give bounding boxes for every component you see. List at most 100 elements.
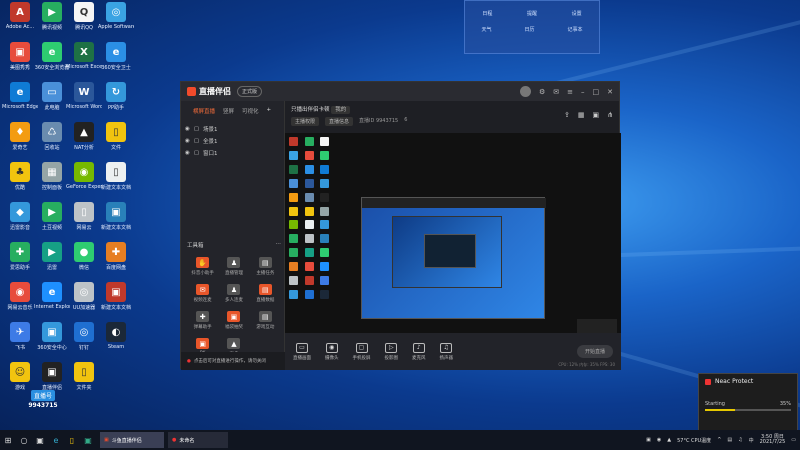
desktop-icon[interactable]: e 360安全卫士 [98,42,134,82]
edge-icon[interactable]: e [48,433,64,447]
tool-item[interactable]: ▤ 主播任务 [250,257,281,276]
clock[interactable]: 3:50 周日 2021/7/25 [760,434,786,446]
source-button[interactable]: ▭ 直播画面 [293,342,311,361]
desktop-icon[interactable]: ↻ PP助手 [98,82,134,122]
tab-visual[interactable]: 可视化 [242,107,259,115]
desktop-icon[interactable]: ▭ 此电脑 [34,82,70,122]
lock-icon[interactable]: ▣ [593,111,600,119]
widget-item[interactable]: 日历 [524,26,534,33]
desktop-icon[interactable]: ▯ 新建文本文档 [98,162,134,202]
tool-item[interactable]: ♟ 多人连麦 [218,284,249,303]
widget-item[interactable]: 提醒 [527,10,537,17]
desktop-icon[interactable]: Q 腾讯QQ [66,2,102,42]
source-button[interactable]: ♪ 麦克风 [412,342,426,361]
widget-item[interactable]: 设置 [572,10,582,17]
widget-item[interactable]: 日程 [482,10,492,17]
desktop-icon[interactable]: ♣ 优酷 [2,162,38,202]
desktop-icon[interactable]: ◉ 网易云音乐 [2,282,38,322]
desktop-icon[interactable]: ▲ NAT分析 [66,122,102,162]
desktop-icon[interactable]: ♦ 爱奇艺 [2,122,38,162]
add-scene-icon[interactable]: + [267,107,272,115]
version-badge[interactable]: 正式版 [237,86,263,97]
stream-badge[interactable]: 我的 [331,106,351,114]
tool-item[interactable]: ♟ 直播管理 [218,257,249,276]
language-indicator[interactable]: 中 [749,437,754,444]
desktop-icon[interactable]: W Microsoft Word [66,82,102,122]
maximize-icon[interactable]: □ [593,88,600,96]
tool-item[interactable]: ✉ 视频连麦 [187,284,218,303]
desktop-icon[interactable]: ▶ 迅雷 [34,242,70,282]
stream-title[interactable]: 只播出伴侣卡顿 [291,107,330,113]
chevron-up-icon[interactable]: ^ [717,437,721,443]
search-icon[interactable]: ○ [16,433,32,447]
desktop-icon[interactable]: ▶ 土豆视频 [34,202,70,242]
desktop-icon[interactable]: ♺ 回收站 [34,122,70,162]
tab-landscape[interactable]: 横屏直播 [193,107,215,115]
start-icon[interactable]: ⊞ [0,433,16,447]
desktop-icon[interactable]: ✚ 爱思助手 [2,242,38,282]
eye-icon[interactable]: ◉ [185,150,190,156]
tool-item[interactable]: ▤ 游戏互动 [250,311,281,330]
desktop-icon[interactable]: ▶ 腾讯视频 [34,2,70,42]
desktop-icon[interactable]: ◐ Steam [98,322,134,362]
explorer-icon[interactable]: ▯ [64,433,80,447]
desktop-icon[interactable]: ● 微信 [66,242,102,282]
message-icon[interactable]: ✉ [553,88,559,96]
network-icon[interactable]: ▤ [727,437,732,443]
desktop-icon[interactable]: ✈ 飞书 [2,322,38,362]
tray-app-icon[interactable]: ▣ [646,437,651,443]
grid-icon[interactable]: ▦ [578,111,585,119]
widget-item[interactable]: 天气 [481,26,491,33]
desktop-icon[interactable]: ◎ Apple Software [98,2,134,42]
settings-icon[interactable]: ⚙ [539,88,545,96]
lock-icon[interactable]: ▢ [194,126,199,132]
menu-icon[interactable]: ≡ [567,88,573,96]
scene-item[interactable]: ◉ ▢ 窗口1 [181,145,284,157]
desktop-icon[interactable]: ▦ 控制面板 [34,162,70,202]
desktop-icon[interactable]: ▯ 文件夹 [66,362,102,402]
eye-icon[interactable]: ◉ [185,138,190,144]
desktop-icon[interactable]: ▯ 网易云 [66,202,102,242]
lock-icon[interactable]: ▢ [194,138,199,144]
desktop-icon[interactable]: ▯ 文件 [98,122,134,162]
tool-item[interactable]: ✚ 弹幕助手 [187,311,218,330]
scene-item[interactable]: ◉ ▢ 场景1 [181,121,284,133]
desktop-icon[interactable]: e 360安全浏览器 [34,42,70,82]
live-preview[interactable] [285,133,621,333]
top-widget[interactable]: 日程 提醒 设置 天气 日历 记事本 [464,0,600,54]
source-button[interactable]: ♫ 扬声器 [440,342,453,361]
source-button[interactable]: ▷ 投影图 [385,342,398,361]
desktop-icon[interactable]: ◎ UU加速器 [66,282,102,322]
desktop-icon[interactable]: e Microsoft Edge [2,82,38,122]
stream-info[interactable]: 直播信息 [325,117,354,126]
share-icon[interactable]: ⇪ [564,111,570,119]
desktop-icon[interactable]: ◎ 钉钉 [66,322,102,362]
pinned-app-icon[interactable]: ▣ [80,433,96,447]
toolbox-more-icon[interactable]: ⋯ [276,241,282,249]
avatar[interactable] [519,86,531,97]
weather-text[interactable]: 57°C CPU温度 [677,437,711,444]
desktop-icon[interactable]: e Internet Explorer [34,282,70,322]
notifications-icon[interactable]: ▭ [791,437,796,443]
lock-icon[interactable]: ▢ [194,150,199,156]
scene-item[interactable]: ◉ ▢ 全景1 [181,133,284,145]
neac-protect-notification[interactable]: Neac Protect Starting 35% [698,373,798,431]
task-view-icon[interactable]: ▣ [32,433,48,447]
tool-item[interactable]: ▤ 直播数据 [250,284,281,303]
eye-icon[interactable]: ◉ [185,126,190,132]
tray-app-icon[interactable]: ◉ [657,437,661,443]
stream-permission[interactable]: 主播权限 [291,117,320,126]
desktop-icon[interactable]: ▣ 360安全中心 [34,322,70,362]
desktop-icon[interactable]: ▣ 新建文本文档 [98,282,134,322]
desktop-icon[interactable]: ▣ 美图秀秀 [2,42,38,82]
taskbar-app[interactable]: ● 未命名 [168,432,228,448]
tab-portrait[interactable]: 竖屏 [223,107,234,115]
desktop-icon[interactable]: ✚ 百度网盘 [98,242,134,282]
desktop-icon[interactable]: ▣ 新建文本文档 [98,202,134,242]
volume-icon[interactable]: ♫ [738,437,742,443]
desktop-icon[interactable]: X Microsoft Excel [66,42,102,82]
start-live-button[interactable]: 开始直播 [576,345,613,358]
close-icon[interactable]: ✕ [607,88,613,96]
taskbar-app[interactable]: ▣ 斗鱼直播伴侣 [100,432,164,448]
tool-item[interactable]: ▣ 福袋抽奖 [218,311,249,330]
